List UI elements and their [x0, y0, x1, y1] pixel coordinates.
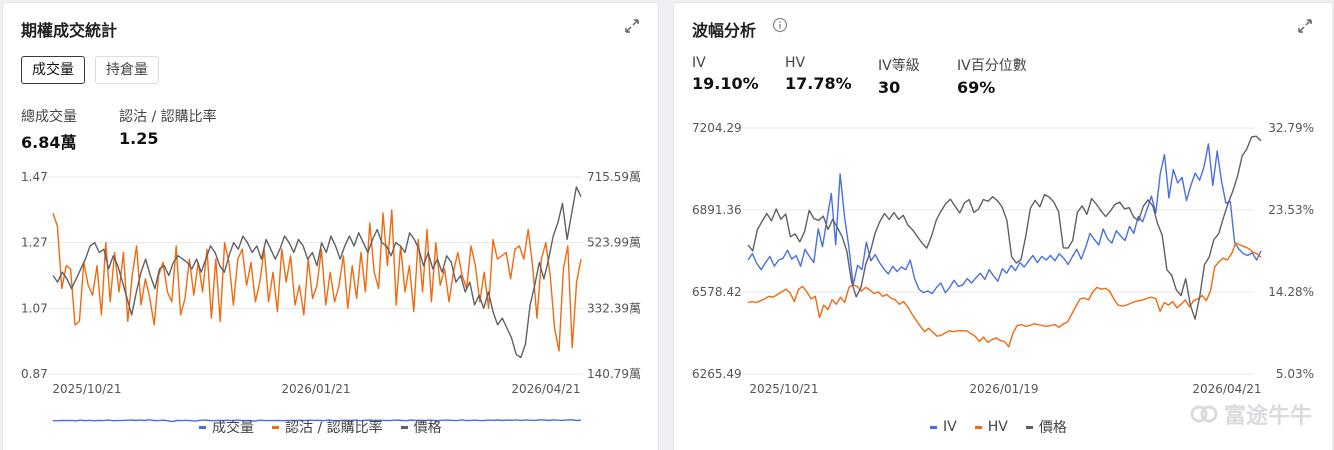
- legend-item-hv[interactable]: HV: [974, 417, 1008, 437]
- x-tick-label: 2025/10/21: [52, 382, 121, 396]
- futu-logo-icon: [1190, 405, 1218, 423]
- y-left-tick-label: 1.27: [21, 236, 48, 250]
- x-tick-label: 2026/04/21: [511, 382, 580, 396]
- volatility-legend: IV HV 價格: [930, 417, 1067, 437]
- y-left-tick-label: 6891.36: [692, 203, 742, 217]
- volume-legend: 成交量 認沽 / 認購比率 價格: [199, 417, 442, 437]
- legend-item-price[interactable]: 價格: [1025, 417, 1067, 437]
- legend-item-put-call[interactable]: 認沽 / 認購比率: [272, 417, 383, 437]
- volume-chart: 1.47 715.59萬 1.27 523.99萬 1.07 332.39萬 0.87 140…: [21, 170, 641, 423]
- y-right-tick-label: 14.28%: [1268, 285, 1314, 299]
- legend-item-volume[interactable]: 成交量: [199, 417, 254, 437]
- legend-item-iv[interactable]: IV: [930, 417, 957, 437]
- volatility-panel: 波幅分析 IV 19.10% HV 17.78% IV等級 30 IV百分位數 69% …: [673, 2, 1333, 450]
- y-left-tick-label: 6265.49: [692, 367, 742, 381]
- y-left-tick-label: 0.87: [21, 367, 48, 381]
- y-right-tick-label: 523.99萬: [587, 236, 641, 250]
- y-left-tick-label: 1.07: [21, 301, 48, 315]
- series-line: [747, 242, 1262, 348]
- y-left-tick-label: 1.47: [21, 170, 48, 184]
- y-left-tick-label: 6578.42: [692, 285, 742, 299]
- y-left-tick-label: 7204.29: [692, 121, 742, 135]
- volatility-chart: 7204.29 32.79% 6891.36 23.53% 6578.42 14.28% 6…: [692, 121, 1314, 396]
- y-right-tick-label: 23.53%: [1268, 203, 1314, 217]
- futu-watermark: 富途牛牛: [1190, 398, 1312, 430]
- y-right-tick-label: 715.59萬: [587, 170, 641, 184]
- series-line: [52, 209, 582, 352]
- y-right-tick-label: 32.79%: [1268, 121, 1314, 135]
- x-tick-label: 2026/01/19: [969, 382, 1038, 396]
- legend-item-price[interactable]: 價格: [400, 417, 442, 437]
- x-tick-label: 2026/01/21: [281, 382, 350, 396]
- y-right-tick-label: 332.39萬: [587, 301, 641, 315]
- options-volume-panel: 期權成交統計 成交量 持倉量 總成交量 6.84萬 認沽 / 認購比率 1.25…: [2, 2, 659, 450]
- x-tick-label: 2025/10/21: [749, 382, 818, 396]
- y-right-tick-label: 5.03%: [1276, 367, 1314, 381]
- x-tick-label: 2026/04/21: [1192, 382, 1261, 396]
- y-right-tick-label: 140.79萬: [587, 367, 641, 381]
